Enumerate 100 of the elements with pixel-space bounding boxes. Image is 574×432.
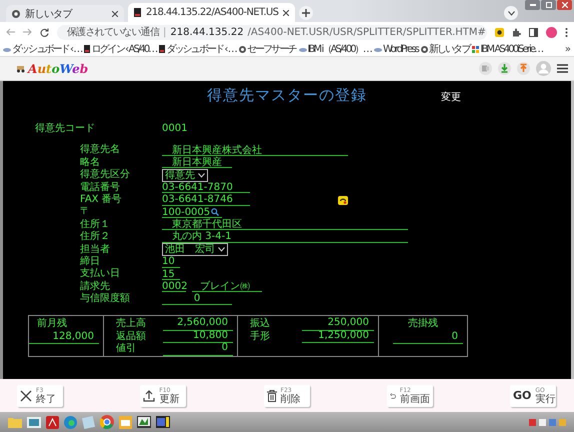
input-field[interactable]: 新日本興産株式会社 [162,145,348,156]
dropdown[interactable]: 池田 宏司 [162,243,228,256]
field-label: 住所１ [80,218,111,230]
globe-icon [12,10,20,18]
summary-value: 0 [163,342,233,356]
code-value: 0001 [162,123,188,136]
close-icon[interactable] [112,10,118,16]
terminal-icon [84,45,90,53]
input-field[interactable]: 丸の内 3-4-1 [162,232,408,243]
back-icon[interactable] [6,28,15,36]
terminal-icon [159,45,166,53]
tab-search-button[interactable] [504,6,518,20]
input-field[interactable]: 03-6641-8746 [162,194,250,206]
minimize-icon [530,4,536,6]
close-icon [20,390,32,402]
maximize-icon [546,2,552,8]
field-label: 締日 [80,256,101,268]
pdf-icon[interactable] [46,416,59,428]
field-label: FAX 番号 [80,194,123,206]
summary-value: 128,000 [29,330,99,344]
summary-label: 返品額 [116,330,146,343]
close-icon[interactable] [283,10,290,16]
close-button[interactable] [557,0,572,10]
download-icon[interactable] [498,62,511,75]
more-icon[interactable] [565,28,568,36]
chevron-down-icon [218,247,225,252]
new-tab-button[interactable] [299,6,314,20]
summary-value: 2,560,000 [163,317,233,331]
input-field[interactable]: 10 [162,256,180,268]
field-label: 支払い日 [80,268,121,280]
browser-icon[interactable] [100,415,114,429]
cloud-icon [298,46,306,52]
bookmark[interactable]: 新しいタブ [428,42,470,56]
forward-icon[interactable] [23,28,32,36]
puzzle-icon [472,46,480,52]
bookmark[interactable]: ダッシュボード ‹ … [12,42,82,56]
field-label: 住所２ [80,231,111,244]
field-label: 得意先名 [80,144,121,157]
field-label: 得意先コード [35,123,96,136]
search-icon[interactable] [211,208,220,216]
globe-icon [420,46,428,52]
go-label: GO [513,389,532,402]
separator: | [163,26,166,38]
upload-icon [143,390,156,402]
car-icon [16,64,26,73]
notepad-icon[interactable] [82,416,95,428]
logo: AutoWeb [16,62,88,76]
input-field[interactable]: 0002 [162,281,186,292]
avatar[interactable] [546,26,557,38]
address-bar[interactable]: 保護されていない通信 | 218.44.135.22 /AS400-NET.USR/USR/SPLITTER/SPLITTER.HTM# [57,24,487,40]
summary-label: 売掛残 [407,318,439,331]
document-icon[interactable] [479,62,492,75]
reload-icon[interactable] [40,28,49,36]
input-field[interactable]: ブレイン㈱ [192,281,262,292]
bookmark[interactable]: WordPress [382,44,418,54]
field-label: 〒 [80,206,91,218]
upload-icon[interactable] [517,62,530,75]
terminal-icon [134,8,141,17]
cloud-icon [3,46,11,52]
field-label: 請求先 [80,280,111,292]
bookmark[interactable]: ログイン ‹ AS/40… [91,42,156,56]
input-field[interactable]: 15 [162,269,180,280]
browser-tab[interactable]: 新しいタブ [6,5,124,22]
minimize-button[interactable] [525,0,540,10]
trash-icon [266,390,276,402]
window-icon[interactable] [27,416,41,428]
more-bookmarks-button[interactable]: » [564,44,571,54]
field-label: 担当者 [80,244,111,256]
field-label: 電話番号 [80,182,121,194]
input-field[interactable]: 新日本興産 [162,157,232,168]
globe-icon [238,46,246,52]
dropdown[interactable]: 得意先 [162,168,208,182]
bookmark[interactable]: ダッシュボード ‹ … [166,42,236,56]
summary-label: 手形 [250,330,270,344]
field-label: 得意先区分 [80,169,131,182]
mode-label: 変更 [440,90,462,104]
summary-label: 振込 [250,318,270,330]
summary-value: 10,800 [163,330,233,344]
phone-icon[interactable] [338,196,348,205]
menu-icon[interactable] [557,64,568,73]
input-field[interactable]: 100-0005 [162,207,222,218]
summary-label: 売上高 [116,318,146,330]
sidebar-icon[interactable] [529,28,538,36]
monitor-icon[interactable] [156,416,170,428]
mail-icon[interactable] [119,416,132,428]
extension-icon[interactable] [495,28,504,36]
bookmark[interactable]: IBM i（AS/400）… [308,42,371,56]
bookmark[interactable]: セーフサーチ [246,42,296,56]
input-field[interactable]: 0 [162,294,232,305]
summary-value: 1,250,000 [302,330,374,344]
bookmark[interactable]: IBM AS400iSerie… [480,44,542,54]
input-field[interactable]: 東京都千代田区 [162,219,408,230]
chart-icon[interactable] [137,416,151,428]
chevron-down-icon [508,10,514,16]
input-field[interactable]: 03-6641-7870 [162,182,250,194]
chevron-down-icon [198,172,205,178]
puzzle-icon[interactable] [512,28,521,36]
cloud-icon [374,46,382,52]
maximize-button[interactable] [541,0,556,10]
browser-tab[interactable]: 218.44.135.22/AS400-NET.US [128,3,296,22]
